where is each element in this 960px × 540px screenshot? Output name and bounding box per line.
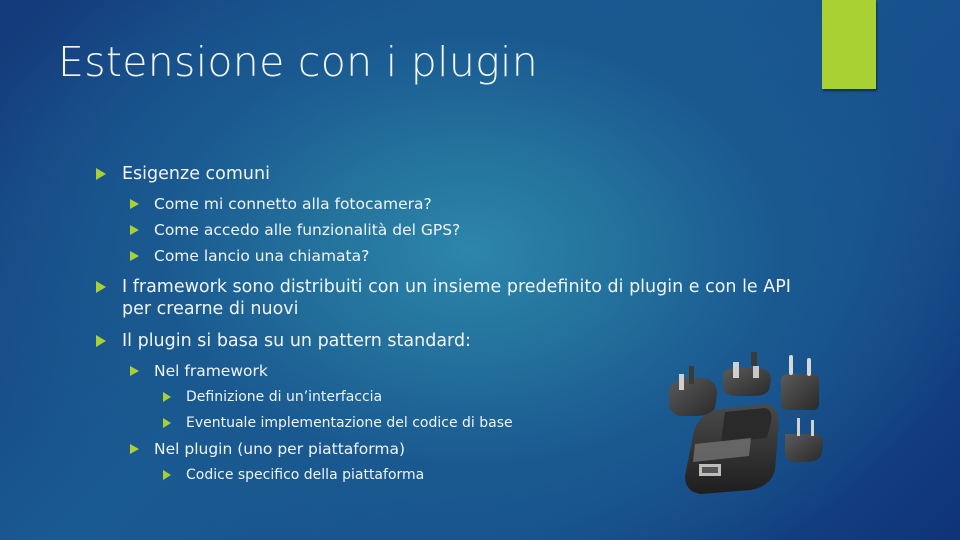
bullet-item: Come accedo alle funzionalità del GPS?	[96, 221, 796, 240]
bullet-text: Il plugin si basa su un pattern standard…	[122, 331, 471, 351]
slide: Estensione con i plugin Esigenze comuni …	[0, 0, 960, 540]
plug-uk	[669, 366, 717, 416]
slide-title: Estensione con i plugin	[58, 38, 538, 86]
arrow-bullet-icon	[130, 199, 139, 209]
bullet-text: Come accedo alle funzionalità del GPS?	[154, 221, 461, 239]
arrow-bullet-icon	[130, 225, 139, 235]
bullet-text: Definizione di un’interfaccia	[186, 389, 383, 405]
bullet-item: Come lancio una chiamata?	[96, 247, 796, 266]
arrow-bullet-icon	[96, 281, 106, 293]
bullet-item: Esigenze comuni	[96, 163, 796, 185]
power-adapter-with-plugs-icon	[669, 352, 823, 494]
accent-bar	[822, 0, 876, 89]
arrow-bullet-icon	[130, 251, 139, 261]
arrow-bullet-icon	[130, 444, 139, 454]
bullet-text: Eventuale implementazione del codice di …	[186, 415, 513, 431]
bullet-text: Esigenze comuni	[122, 164, 270, 184]
bullet-item: Il plugin si basa su un pattern standard…	[96, 330, 796, 352]
plug-au	[723, 352, 771, 396]
bullet-text: Nel framework	[154, 362, 268, 380]
bullet-text: Codice specifico della piattaforma	[186, 467, 425, 483]
arrow-bullet-icon	[163, 470, 171, 480]
arrow-bullet-icon	[96, 168, 106, 180]
plug-eu	[781, 355, 819, 410]
bullet-text: I framework sono distribuiti con un insi…	[122, 277, 791, 319]
arrow-bullet-icon	[130, 366, 139, 376]
bullet-text: Nel plugin (uno per piattaforma)	[154, 440, 405, 458]
arrow-bullet-icon	[96, 335, 106, 347]
arrow-bullet-icon	[163, 418, 171, 428]
adapter-body	[685, 404, 779, 494]
bullet-item: Come mi connetto alla fotocamera?	[96, 195, 796, 214]
bullet-text: Come mi connetto alla fotocamera?	[154, 195, 432, 213]
bullet-item: I framework sono distribuiti con un insi…	[96, 276, 802, 320]
arrow-bullet-icon	[163, 392, 171, 402]
plug-us	[785, 418, 823, 462]
bullet-text: Come lancio una chiamata?	[154, 247, 370, 265]
